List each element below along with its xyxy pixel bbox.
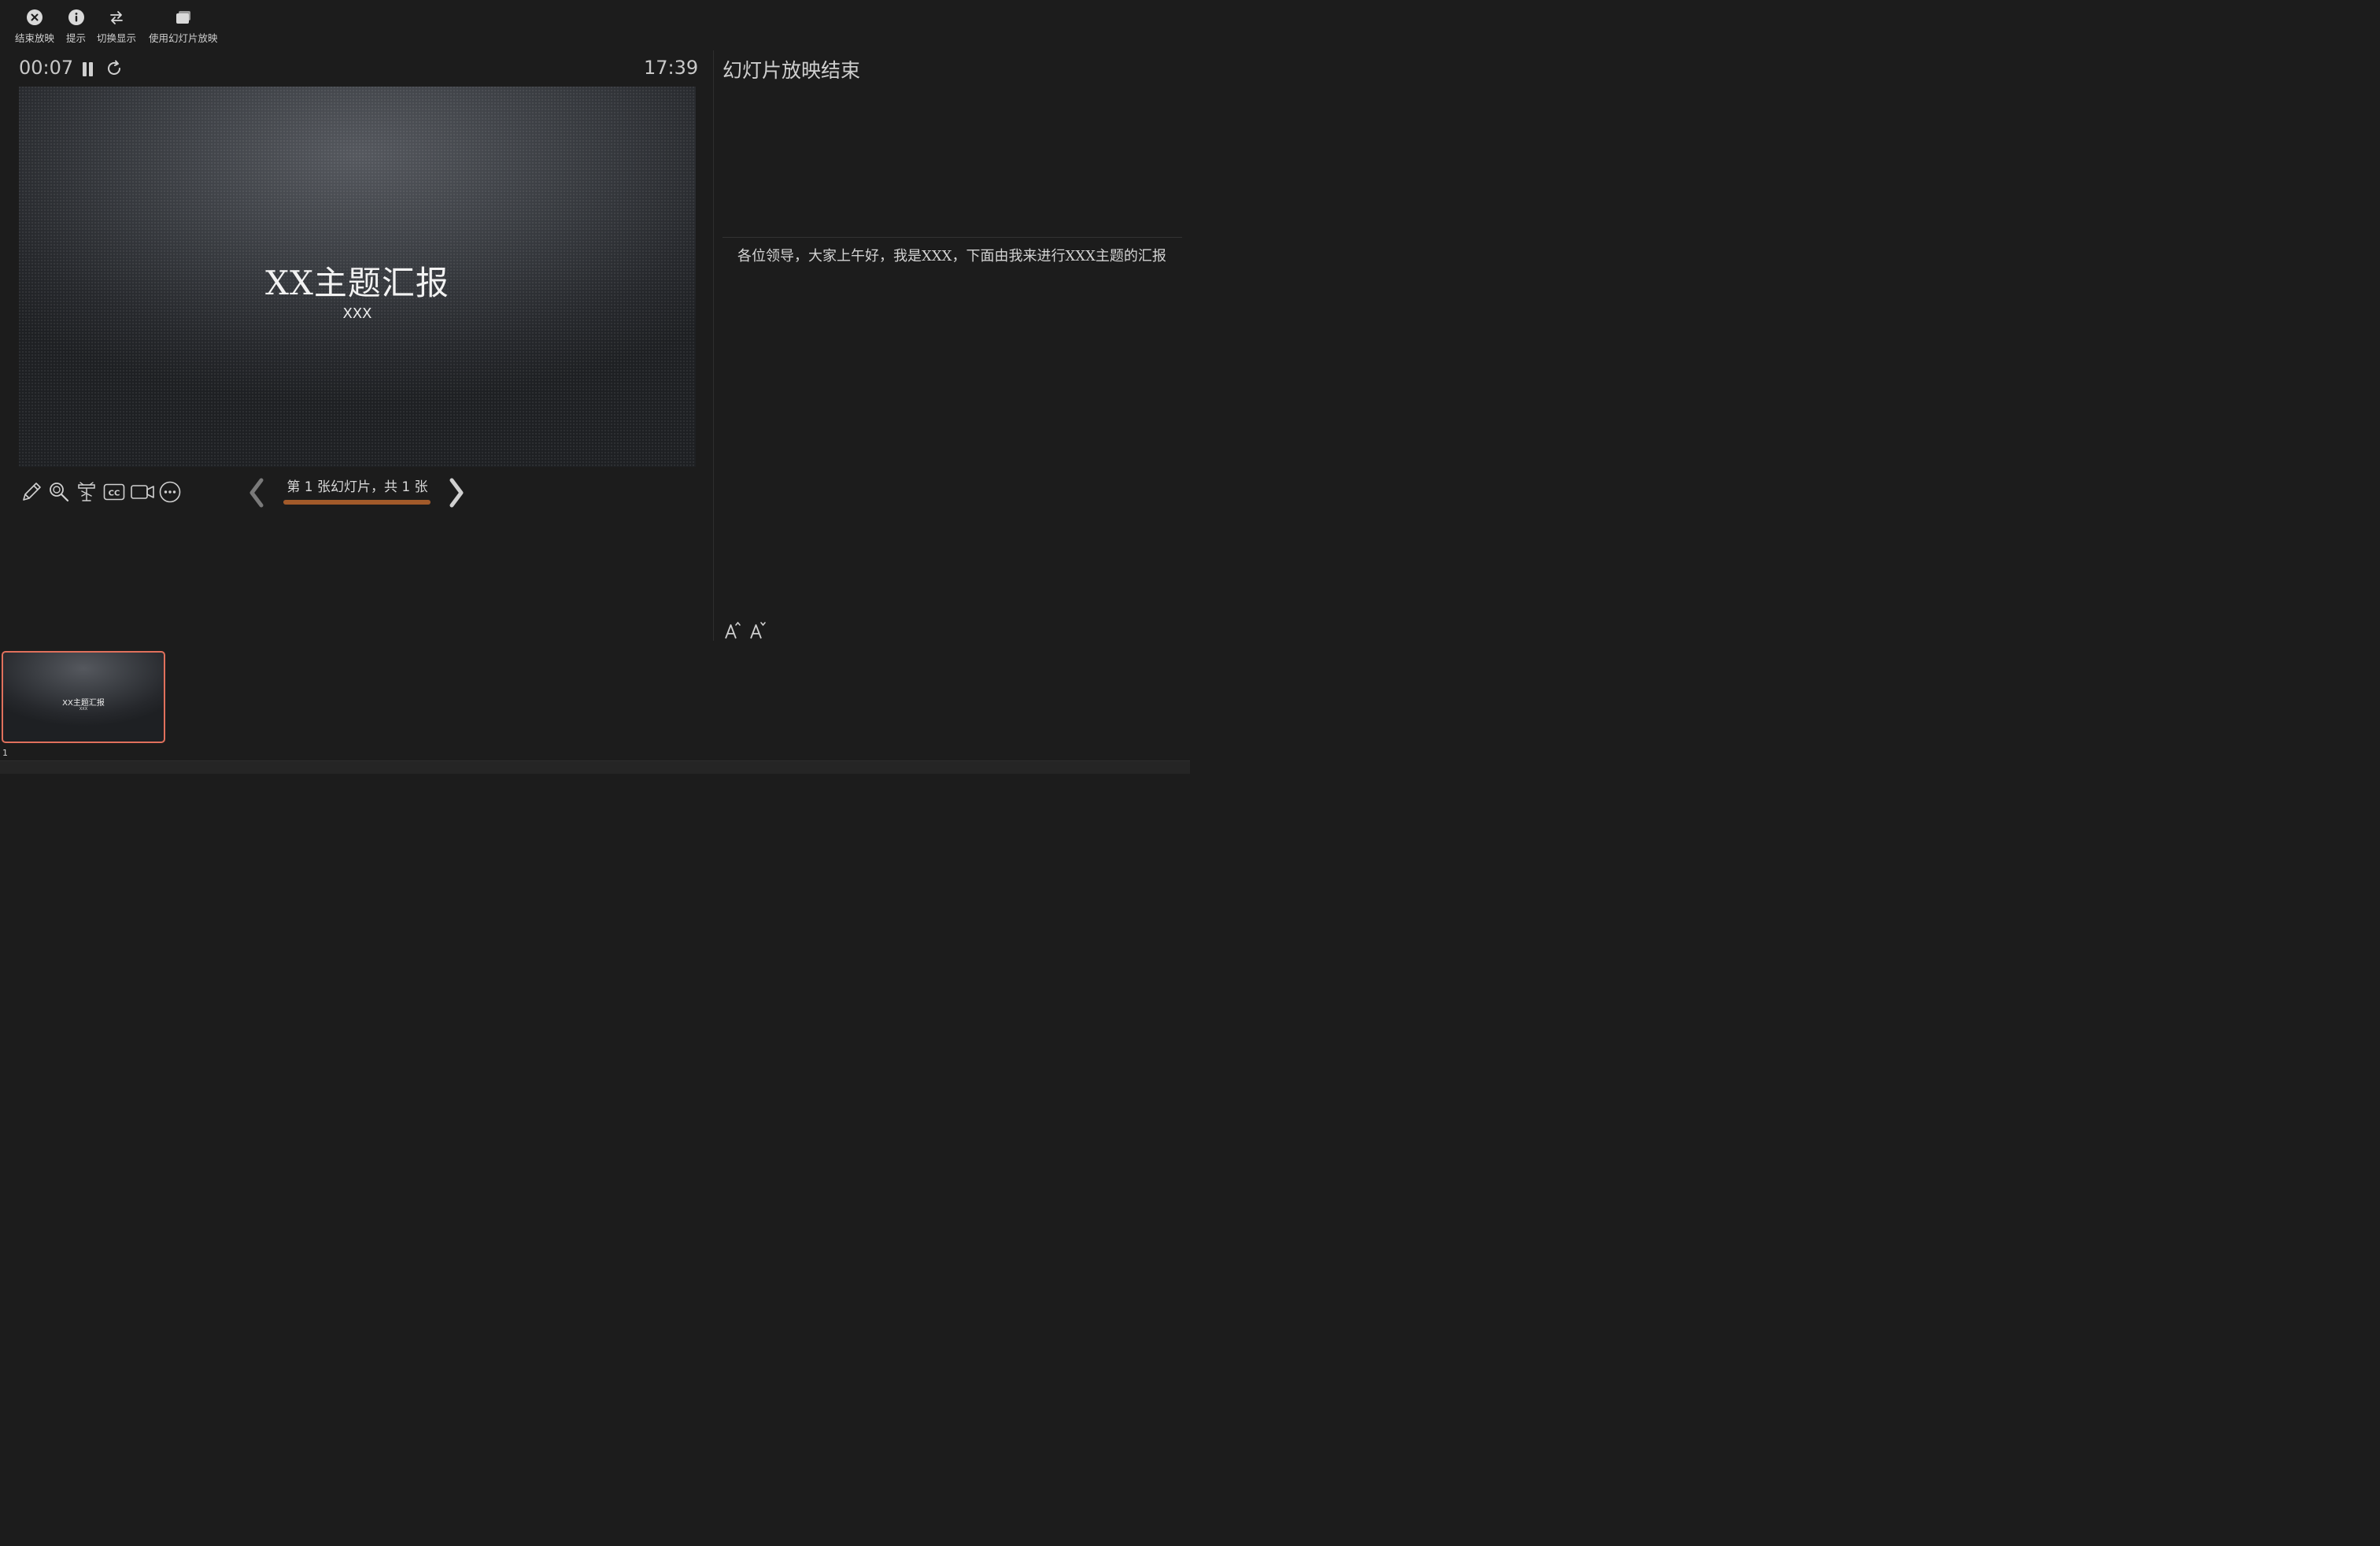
thumbnail-title: XX主题汇报 [62, 699, 105, 708]
speaker-notes[interactable]: 各位领导，大家上午好，我是XXX，下面由我来进行XXX主题的汇报 [737, 247, 1175, 266]
hints-label: 提示 [66, 32, 87, 44]
svg-text:CC: CC [109, 490, 120, 498]
swap-arrows-icon [107, 8, 126, 27]
slide-title: XX主题汇报 [265, 264, 449, 302]
use-slideshow-button[interactable]: 使用幻灯片放映 [149, 8, 218, 45]
zoom-icon[interactable] [46, 479, 72, 505]
pause-icon[interactable] [80, 61, 96, 78]
notes-divider [722, 237, 1182, 238]
previous-slide-button[interactable] [246, 475, 269, 510]
end-show-button[interactable]: 结束放映 [15, 8, 54, 45]
presenter-pointer-icon[interactable] [73, 479, 100, 505]
slide-progress-bar [283, 500, 431, 505]
hints-button[interactable]: 提示 [66, 8, 86, 45]
next-slide-button[interactable] [444, 475, 468, 510]
elapsed-timer: 00:07 [19, 57, 74, 79]
font-decrease-icon [750, 622, 766, 639]
close-circle-icon [25, 8, 44, 27]
pen-icon[interactable] [18, 479, 45, 505]
thumbnail-number: 1 [2, 748, 8, 758]
more-options-icon[interactable] [157, 479, 183, 505]
presenter-view: 结束放映 提示 切换显示 使用幻灯片放映 00:07 17:39 XX主题汇报 … [0, 0, 1190, 774]
panel-divider [713, 50, 714, 641]
chevron-left-icon [249, 478, 264, 508]
increase-font-size-button[interactable] [722, 620, 743, 641]
end-show-label: 结束放映 [15, 32, 55, 44]
use-slideshow-label: 使用幻灯片放映 [149, 32, 218, 44]
current-time: 17:39 [644, 57, 699, 79]
slide-thumbnail[interactable]: XX主题汇报 XXX [2, 651, 165, 743]
bottom-strip [0, 760, 1190, 774]
reset-timer-icon[interactable] [105, 59, 124, 78]
swap-displays-button[interactable]: 切换显示 [97, 8, 136, 45]
info-icon [67, 8, 86, 27]
decrease-font-size-button[interactable] [748, 620, 768, 641]
font-increase-icon [725, 621, 741, 639]
camera-icon[interactable] [129, 479, 156, 505]
windows-icon [174, 8, 193, 27]
next-slide-label: 幻灯片放映结束 [722, 59, 861, 82]
slide-subtitle: XXX [342, 305, 372, 322]
thumbnail-subtitle: XXX [79, 707, 88, 712]
swap-displays-label: 切换显示 [97, 32, 137, 44]
slide-progress-fill [283, 500, 431, 505]
chevron-right-icon [449, 478, 464, 508]
slide-counter: 第 1 张幻灯片，共 1 张 [286, 479, 428, 495]
current-slide-preview: XX主题汇报 XXX [19, 87, 696, 467]
toolbar: 结束放映 提示 切换显示 使用幻灯片放映 [0, 0, 1190, 47]
subtitles-icon[interactable]: CC [101, 479, 128, 505]
